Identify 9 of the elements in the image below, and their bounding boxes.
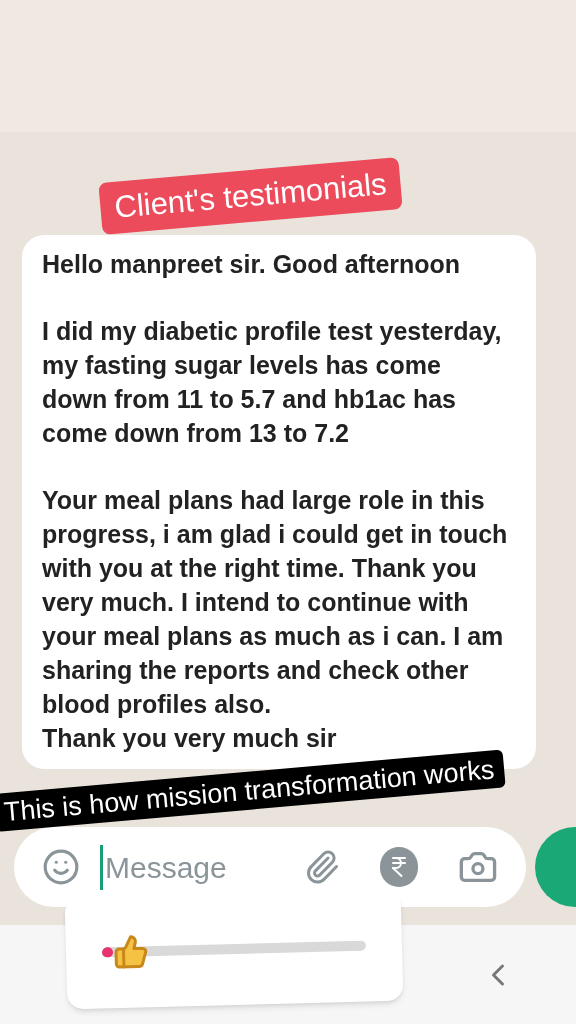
slider-track[interactable] [101, 940, 367, 958]
paperclip-icon[interactable] [304, 848, 341, 886]
message-text: Hello manpreet sir. Good afternoon [42, 249, 462, 280]
rupee-icon[interactable] [380, 847, 419, 887]
emoji-icon[interactable] [42, 847, 80, 887]
message-text: I did my diabetic profile test yesterday, my fasting sugar levels has come down from 11 to 5.7 and hb1ac has come down from 13 to 7.2 [42, 316, 503, 449]
message-input[interactable]: Message [100, 844, 270, 890]
message-text: Your meal plans had large role in this progress, i am glad i could get in touch with you at the right time. Thank you very much. I intend to continue with your meal plans as much as i can. I am sharing the reports and check other blood profiles also. [42, 485, 509, 720]
title-sticker: Client's testimonials [98, 157, 403, 235]
